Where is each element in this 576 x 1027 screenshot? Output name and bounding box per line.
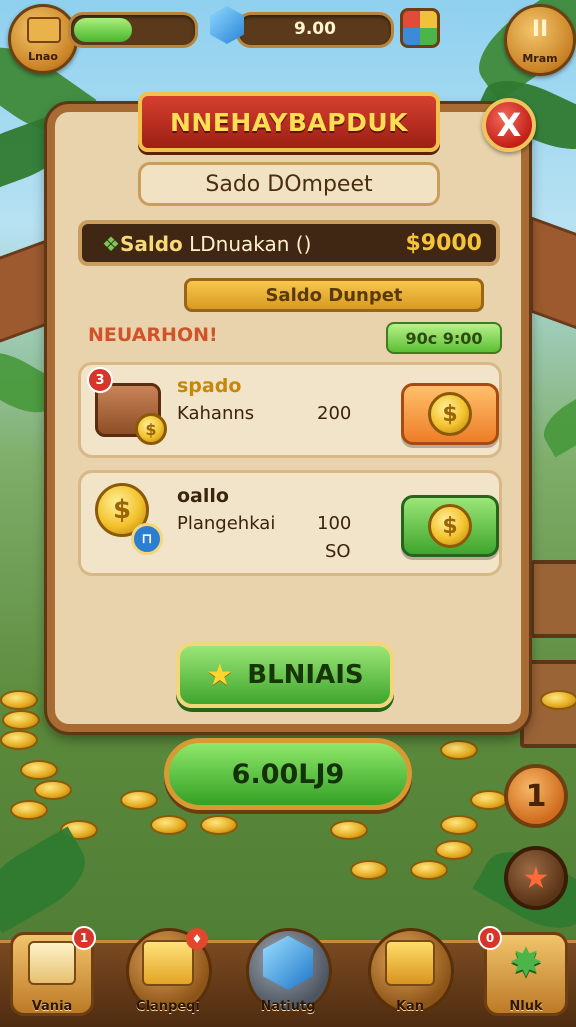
level-count: 1 <box>525 778 547 814</box>
total-button-label: 6.00LJ9 <box>231 758 345 790</box>
nav-item-kan[interactable]: Kan <box>364 926 456 1018</box>
offer-count-badge: 3 <box>87 367 113 393</box>
panel-title: NNEHAYBAPDUK <box>169 107 409 137</box>
nav-label: Natiutg <box>260 999 316 1014</box>
balance-label-text: LDnuakan () <box>182 232 312 256</box>
offer-card: $ ⊓ oallo Plangehkai 100 SO $ <box>78 470 502 576</box>
pause-icon: II <box>531 17 549 42</box>
nav-label: Kan <box>395 999 425 1014</box>
gem-balance-bar[interactable]: 9.00 <box>236 12 394 48</box>
section-tab[interactable]: Saldo Dunpet <box>184 278 484 312</box>
nav-label: Vania <box>31 999 73 1014</box>
nav-label: Clanpeqi <box>136 999 200 1014</box>
level-badge[interactable]: 1 <box>504 764 568 828</box>
buy-button-green[interactable]: $ <box>401 495 499 557</box>
offer-subtitle: Kahanns <box>177 403 255 424</box>
panel-title-banner: NNEHAYBAPDUK <box>138 92 440 152</box>
panel-subtitle: Sado DOmpeet <box>138 162 440 206</box>
gift-box-icon <box>142 939 194 986</box>
coin-icon: $ <box>428 504 472 548</box>
offer-name: oallo <box>177 485 229 507</box>
notification-badge: 0 <box>478 926 502 950</box>
balance-label: ❖Saldo LDnuakan () <box>102 232 311 256</box>
profile-label: Lnao <box>28 50 58 63</box>
nav-item-vania[interactable]: 1 Vania <box>6 926 98 1018</box>
balance-value: $9000 <box>405 231 482 256</box>
treasure-box-icon <box>385 939 435 986</box>
offer-card: $ 3 spado Kahanns 200 $ <box>78 362 502 458</box>
offer-amount: 200 <box>317 403 352 424</box>
offer-subtitle: Plangehkai <box>177 513 276 534</box>
nav-item-nluk[interactable]: ✸ 0 Nluk <box>478 926 572 1018</box>
notification-badge: 1 <box>72 926 96 950</box>
total-button[interactable]: 6.00LJ9 <box>164 738 412 810</box>
coin-icon: $ <box>135 413 167 445</box>
favorites-button[interactable]: ★ <box>504 846 568 910</box>
claim-button-label: BLNIAIS <box>247 660 364 690</box>
heart-icon: ♦ <box>186 928 208 950</box>
offer-name: spado <box>177 375 242 397</box>
menu-button[interactable]: II Mram <box>504 4 576 76</box>
map-icon[interactable] <box>400 8 440 48</box>
notice-text: NEUARHON! <box>88 324 218 346</box>
leaf-icon: ❖ <box>102 232 120 256</box>
leaf-star-icon: ✸ <box>509 939 543 986</box>
menu-label: Mram <box>522 52 558 65</box>
box-icon <box>28 940 76 985</box>
profile-button[interactable]: Lnao <box>8 4 78 74</box>
offer-amount: 100 <box>317 513 352 534</box>
ticket-icon: ⊓ <box>131 523 163 555</box>
buy-button-orange[interactable]: $ <box>401 383 499 445</box>
chest-icon <box>27 17 61 43</box>
coin-icon: $ <box>428 392 472 436</box>
close-button[interactable]: X <box>482 98 536 152</box>
timer-badge: 90c 9:00 <box>386 322 502 354</box>
energy-bar <box>68 12 198 48</box>
star-icon: ★ <box>522 860 550 896</box>
energy-bar-fill <box>74 18 132 42</box>
balance-prefix: Saldo <box>119 232 183 256</box>
nav-item-natiutg[interactable]: Natiutg <box>242 926 334 1018</box>
close-icon: X <box>496 106 522 144</box>
claim-button[interactable]: ★ BLNIAIS <box>176 642 394 708</box>
balance-bar: ❖Saldo LDnuakan () $9000 <box>78 220 500 266</box>
offer-amount-secondary: SO <box>325 541 351 562</box>
nav-label: Nluk <box>509 999 543 1014</box>
star-icon: ★ <box>206 657 234 693</box>
gem-balance-value: 9.00 <box>294 19 336 39</box>
nav-item-clanpeqi[interactable]: ♦ Clanpeqi <box>122 926 214 1018</box>
